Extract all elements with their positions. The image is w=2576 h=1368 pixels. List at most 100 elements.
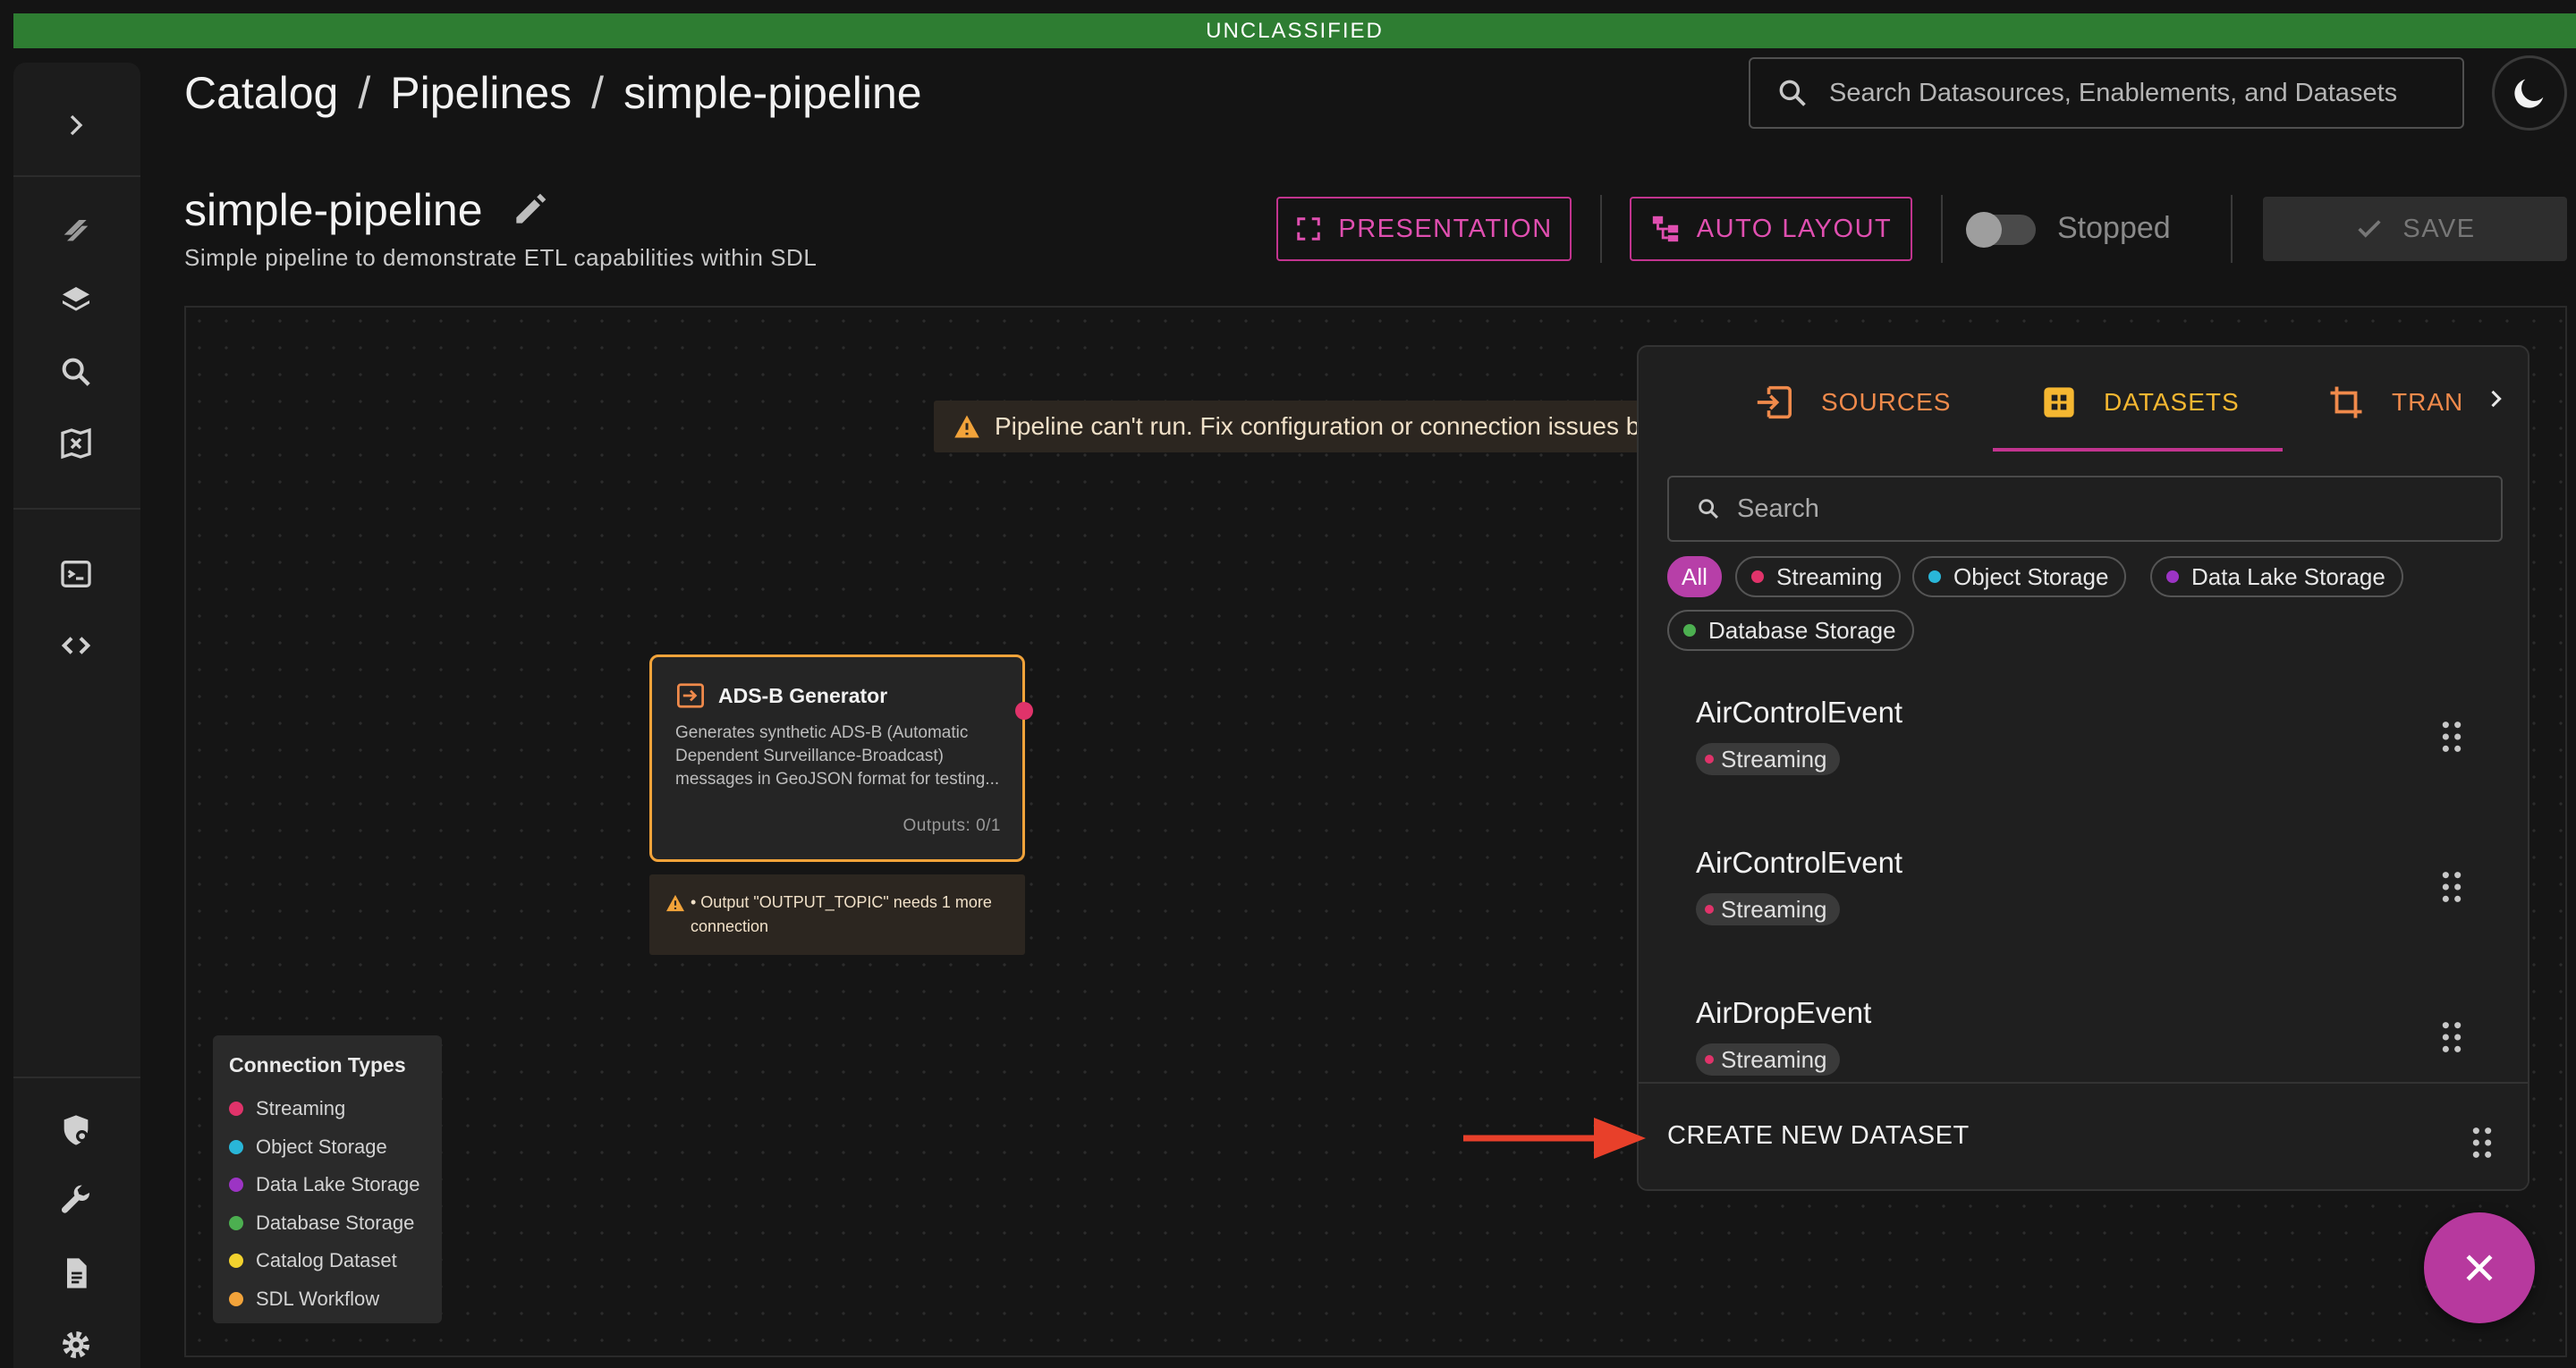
search-icon[interactable] [55,350,97,393]
grid-icon [2044,387,2074,418]
toolbar-divider [2231,195,2233,263]
pipelines-icon[interactable] [55,207,97,250]
layers-icon[interactable] [55,279,97,322]
legend-dot [229,1254,243,1269]
moon-icon [2514,79,2544,108]
search-icon [1699,499,1718,519]
legend-dot [229,1139,243,1154]
filter-dot [1928,570,1941,583]
drag-handle-icon[interactable] [2438,719,2465,755]
expand-chevron-icon[interactable] [55,104,97,147]
warning-icon [954,415,979,438]
code-icon[interactable] [55,624,97,667]
close-panel-button[interactable] [2424,1212,2535,1323]
save-button[interactable]: SAVE [2263,197,2567,261]
source-input-icon [677,683,704,708]
panel-tabs: SOURCES DATASETS TRAN [1639,347,2528,452]
tab-datasets-label: DATASETS [2104,388,2240,416]
dataset-name: AirDropEvent [1696,996,1872,1029]
node-outputs: Outputs: 0/1 [902,816,1001,835]
tab-datasets[interactable]: DATASETS [2041,379,2240,426]
dataset-type-label: Streaming [1721,745,1827,773]
legend-label: Database Storage [256,1211,415,1234]
filter-dot [1683,624,1696,637]
legend-label: Data Lake Storage [256,1173,420,1196]
legend-dot [229,1291,243,1306]
filter-chip-label: Object Storage [1953,562,2109,590]
dataset-type-badge: Streaming [1696,893,1840,925]
tab-sources[interactable]: SOURCES [1753,379,1951,426]
filter-chip-data-lake-storage[interactable]: Data Lake Storage [2150,556,2403,597]
presentation-button[interactable]: PRESENTATION [1276,197,1572,261]
panel-search-input[interactable]: Search [1667,476,2503,542]
tab-transforms-label: TRAN [2392,388,2464,416]
dataset-name: AirControlEvent [1696,696,1903,729]
legend-item: Object Storage [229,1128,442,1167]
breadcrumb-pipelines[interactable]: Pipelines [390,67,572,119]
check-icon [2358,220,2382,238]
document-icon[interactable] [55,1252,97,1295]
legend-item: Database Storage [229,1204,442,1243]
node-header: ADS-B Generator [675,682,887,709]
crop-icon [2330,386,2362,418]
legend-label: Catalog Dataset [256,1249,397,1272]
save-label: SAVE [2402,214,2476,243]
filter-chip-streaming[interactable]: Streaming [1735,556,1901,597]
tabs-scroll-right-icon[interactable] [2483,386,2508,411]
legend-item: SDL Workflow [229,1280,442,1319]
filter-chip-object-storage[interactable]: Object Storage [1912,556,2127,597]
tab-transforms[interactable]: TRAN [2327,379,2485,426]
auto-layout-label: AUTO LAYOUT [1696,214,1893,243]
gear-icon[interactable] [55,1323,97,1366]
dataset-list-item[interactable]: AirControlEvent Streaming [1639,826,2528,976]
filter-chip-all[interactable]: All [1667,556,1722,597]
pipeline-description: Simple pipeline to demonstrate ETL capab… [184,244,818,271]
pipeline-node-adsb-generator[interactable]: ADS-B Generator Generates synthetic ADS-… [649,654,1033,862]
edit-pencil-icon[interactable] [510,190,549,230]
panel-search-placeholder: Search [1737,494,1819,523]
legend-label: Streaming [256,1097,346,1120]
dataset-type-label: Streaming [1721,1045,1827,1073]
rail-divider [13,1077,140,1078]
auto-layout-button[interactable]: AUTO LAYOUT [1630,197,1912,261]
node-warning: • Output "OUTPUT_TOPIC" needs 1 more con… [649,874,1025,955]
rail-divider [13,508,140,510]
auto-layout-icon [1652,215,1678,242]
drag-handle-icon[interactable] [2438,1019,2465,1055]
node-output-port[interactable] [1015,702,1033,720]
create-new-dataset-button[interactable]: CREATE NEW DATASET [1639,1082,2528,1189]
search-icon [1779,80,1806,106]
annotation-arrow-icon [1463,1118,1646,1159]
legend-item: Data Lake Storage [229,1166,442,1204]
wrench-icon[interactable] [55,1180,97,1223]
toggle-knob [1966,212,2002,248]
side-rail [13,63,140,1368]
legend-item: Catalog Dataset [229,1242,442,1280]
pipeline-warning-text: Pipeline can't run. Fix configuration or… [995,412,1640,440]
badge-dot [1705,755,1714,764]
global-search-field[interactable]: Search Datasources, Enablements, and Dat… [1749,57,2464,129]
shield-icon[interactable] [55,1109,97,1152]
legend-title: Connection Types [229,1053,406,1077]
legend-label: SDL Workflow [256,1287,380,1310]
tab-sources-label: SOURCES [1821,388,1952,416]
dataset-type-badge: Streaming [1696,1043,1840,1076]
close-icon [2466,1254,2493,1281]
source-input-icon [1757,385,1792,419]
filter-chip-label: Data Lake Storage [2191,562,2385,590]
run-toggle[interactable] [1966,212,2036,248]
filter-chip-database-storage[interactable]: Database Storage [1667,610,1914,651]
rail-divider [13,175,140,177]
theme-toggle-button[interactable] [2492,55,2567,131]
warning-icon [666,894,684,912]
breadcrumb-separator: / [591,68,605,118]
dataset-list-item[interactable]: AirControlEvent Streaming [1639,676,2528,826]
breadcrumb-catalog[interactable]: Catalog [184,67,338,119]
map-icon[interactable] [55,422,97,465]
toolbar-divider [1941,195,1943,263]
legend-dot [229,1215,243,1230]
terminal-icon[interactable] [55,553,97,595]
drag-handle-icon[interactable] [2469,1125,2496,1161]
legend-dot [229,1178,243,1193]
drag-handle-icon[interactable] [2438,869,2465,905]
